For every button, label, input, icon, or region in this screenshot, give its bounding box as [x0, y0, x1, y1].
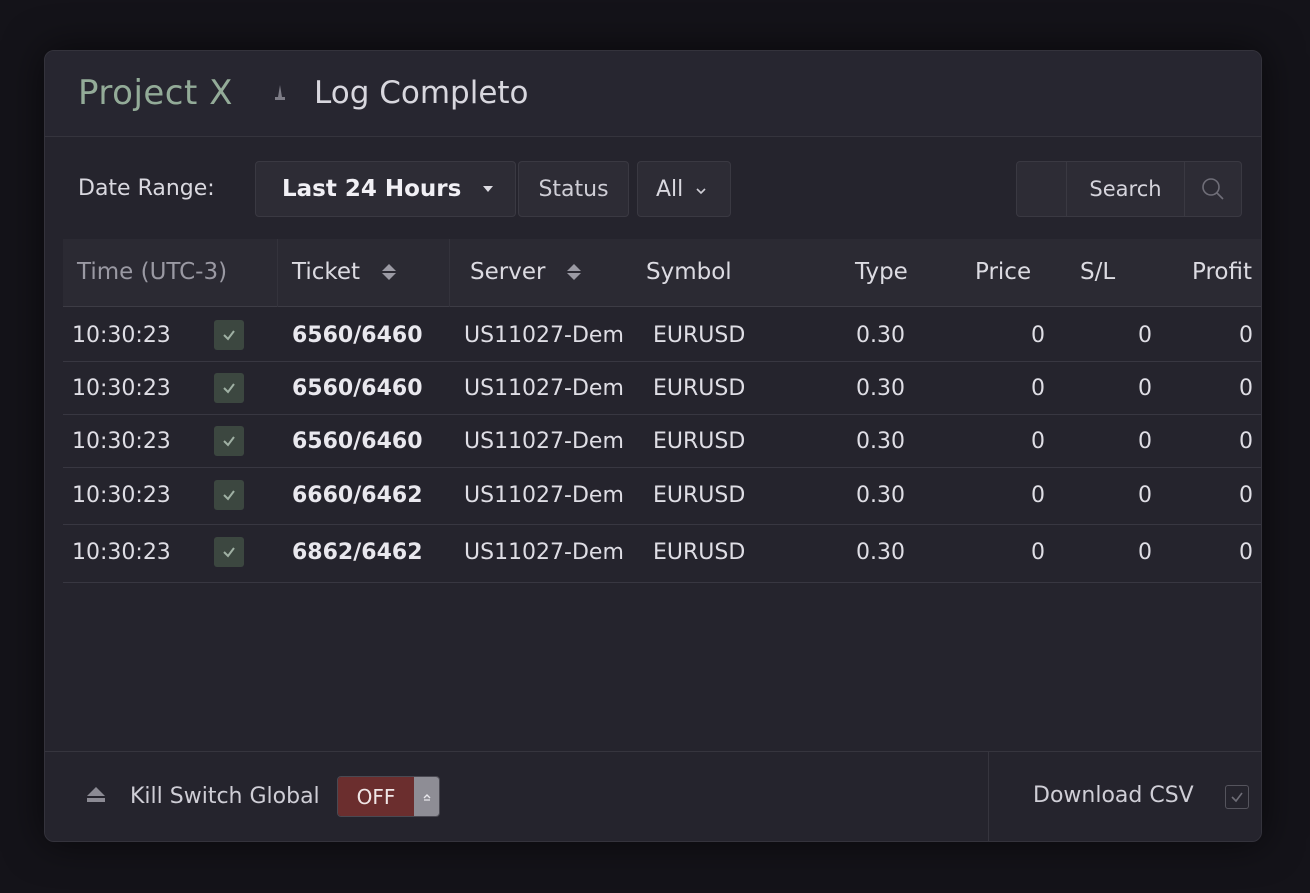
col-time[interactable]: Time (UTC-3) — [77, 259, 227, 285]
cell-ticket: 6660/6462 — [292, 483, 423, 508]
cell-symbol: EURUSD — [653, 376, 746, 401]
col-type[interactable]: Type — [855, 259, 908, 285]
cell-sl: 0 — [1138, 376, 1152, 401]
sort-icon[interactable] — [382, 264, 397, 280]
column-divider — [449, 239, 450, 307]
project-title[interactable]: Project X — [78, 73, 233, 113]
date-range-label: Date Range: — [78, 176, 215, 201]
checkmark-icon — [223, 490, 235, 501]
cell-profit: 0 — [1239, 540, 1253, 565]
cell-ticket: 6862/6462 — [292, 540, 423, 565]
cell-server: US11027-Dem — [464, 376, 624, 401]
col-ticket[interactable]: Ticket — [292, 259, 397, 285]
page-title: Log Completo — [314, 75, 529, 111]
cell-price: 0 — [1031, 376, 1045, 401]
checkmark-icon — [223, 330, 235, 341]
log-panel: Project X Log Completo Date Range: Last … — [44, 50, 1262, 842]
column-divider — [277, 239, 278, 307]
cell-symbol: EURUSD — [653, 540, 746, 565]
cell-profit: 0 — [1239, 483, 1253, 508]
cell-price: 0 — [1031, 323, 1045, 348]
cell-ticket: 6560/6460 — [292, 429, 423, 454]
search-icon[interactable] — [1185, 162, 1241, 216]
cell-price: 0 — [1031, 540, 1045, 565]
table-row[interactable]: 10:30:23 6660/6462 US11027-Dem EURUSD 0.30 0 0… — [63, 469, 1261, 525]
log-table: Time (UTC-3) Ticket Server Symbol Type P… — [63, 239, 1261, 594]
cell-type: 0.30 — [856, 540, 905, 565]
download-csv-label[interactable]: Download CSV — [1033, 783, 1194, 808]
col-ticket-label: Ticket — [292, 259, 361, 285]
cell-symbol: EURUSD — [653, 323, 746, 348]
cell-type: 0.30 — [856, 429, 905, 454]
cell-symbol: EURUSD — [653, 429, 746, 454]
cell-server: US11027-Dem — [464, 540, 624, 565]
cell-sl: 0 — [1138, 540, 1152, 565]
cell-server: US11027-Dem — [464, 429, 624, 454]
table-row[interactable]: 10:30:23 6560/6460 US11027-Dem EURUSD 0.30 0 0… — [63, 362, 1261, 415]
cell-type: 0.30 — [856, 323, 905, 348]
cell-ticket: 6560/6460 — [292, 376, 423, 401]
cell-server: US11027-Dem — [464, 323, 624, 348]
cell-sl: 0 — [1138, 483, 1152, 508]
col-server[interactable]: Server — [470, 259, 582, 285]
status-select[interactable]: All — [637, 161, 731, 217]
date-range-select[interactable]: Last 24 Hours — [255, 161, 516, 217]
row-checkbox[interactable] — [214, 373, 244, 403]
search-box: Search — [1016, 161, 1242, 217]
cell-profit: 0 — [1239, 429, 1253, 454]
cell-time: 10:30:23 — [72, 540, 171, 565]
row-checkbox[interactable] — [214, 537, 244, 567]
cell-time: 10:30:23 — [72, 429, 171, 454]
separator-icon — [273, 79, 287, 103]
cell-sl: 0 — [1138, 323, 1152, 348]
cell-time: 10:30:23 — [72, 483, 171, 508]
table-row[interactable]: 10:30:23 6560/6460 US11027-Dem EURUSD 0.30 0 0… — [63, 415, 1261, 468]
col-sl[interactable]: S/L — [1080, 259, 1115, 285]
kill-switch-state: OFF — [338, 777, 414, 816]
kill-switch-toggle[interactable]: OFF — [337, 776, 440, 817]
cell-symbol: EURUSD — [653, 483, 746, 508]
status-value: All — [656, 176, 684, 202]
table-header: Time (UTC-3) Ticket Server Symbol Type P… — [63, 239, 1261, 307]
col-symbol[interactable]: Symbol — [646, 259, 732, 285]
cell-sl: 0 — [1138, 429, 1152, 454]
cell-price: 0 — [1031, 483, 1045, 508]
cell-type: 0.30 — [856, 376, 905, 401]
cell-price: 0 — [1031, 429, 1045, 454]
footer-divider — [988, 752, 989, 841]
filter-bar: Date Range: Last 24 Hours Status All Sea… — [45, 161, 1261, 219]
cell-profit: 0 — [1239, 323, 1253, 348]
table-row[interactable]: 10:30:23 6862/6462 US11027-Dem EURUSD 0.30 0 0… — [63, 526, 1261, 583]
eject-icon — [85, 786, 107, 808]
checkmark-icon — [223, 436, 235, 447]
chevron-down-icon — [695, 180, 707, 199]
cell-time: 10:30:23 — [72, 323, 171, 348]
col-profit[interactable]: Profit — [1192, 259, 1252, 285]
footer-bar: Kill Switch Global OFF Download CSV — [45, 751, 1261, 841]
status-label: Status — [518, 161, 629, 217]
checkmark-icon — [223, 383, 235, 394]
cell-ticket: 6560/6460 — [292, 323, 423, 348]
toggle-knob-icon[interactable] — [414, 777, 439, 816]
search-button[interactable]: Search — [1067, 162, 1185, 216]
row-checkbox[interactable] — [214, 480, 244, 510]
header: Project X Log Completo — [45, 51, 1261, 137]
cell-profit: 0 — [1239, 376, 1253, 401]
row-checkbox[interactable] — [214, 320, 244, 350]
download-csv-checkbox[interactable] — [1225, 785, 1249, 809]
search-input[interactable] — [1017, 162, 1067, 216]
kill-switch-label: Kill Switch Global — [130, 784, 320, 809]
caret-down-icon — [483, 186, 494, 192]
col-price[interactable]: Price — [975, 259, 1031, 285]
cell-type: 0.30 — [856, 483, 905, 508]
table-row[interactable]: 10:30:23 6560/6460 US11027-Dem EURUSD 0.30 0 0… — [63, 309, 1261, 362]
date-range-value: Last 24 Hours — [282, 176, 462, 202]
col-server-label: Server — [470, 259, 546, 285]
cell-time: 10:30:23 — [72, 376, 171, 401]
row-checkbox[interactable] — [214, 426, 244, 456]
sort-icon[interactable] — [567, 264, 582, 280]
cell-server: US11027-Dem — [464, 483, 624, 508]
checkmark-icon — [223, 547, 235, 558]
